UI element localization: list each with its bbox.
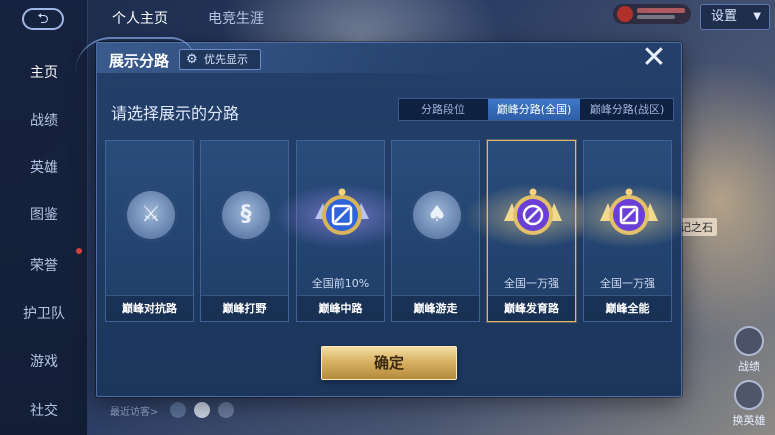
change-hero-label: 换英雄 — [732, 414, 766, 427]
sidebar-item-games[interactable]: 游戏 — [0, 347, 88, 377]
player-sub-placeholder — [637, 15, 675, 19]
lane-type-tabs: 分路段位 巅峰分路(全国) 巅峰分路(战区) — [398, 98, 674, 121]
change-hero-icon — [734, 380, 764, 410]
avatar — [617, 6, 633, 22]
lane-card-mid[interactable]: 全国前10% 巅峰中路 — [267, 140, 417, 322]
wings-icon: ♠ — [413, 191, 461, 239]
back-button[interactable]: ⮌ — [22, 8, 64, 30]
sidebar-item-heroes[interactable]: 英雄 — [0, 153, 88, 183]
sidebar-item-record[interactable]: 战绩 — [0, 106, 88, 136]
sidebar-item-gallery[interactable]: 图鉴 — [0, 200, 88, 230]
tab-lane-rank[interactable]: 分路段位 — [399, 99, 487, 120]
sidebar-item-social[interactable]: 社交 — [0, 396, 88, 426]
chevron-down-icon: ▼ — [753, 11, 761, 22]
close-button[interactable]: ✕ — [639, 43, 669, 73]
tab-peak-lane-region[interactable]: 巅峰分路(战区) — [581, 99, 673, 120]
record-side-button[interactable]: 战绩 — [726, 326, 772, 373]
player-pill[interactable] — [613, 4, 691, 24]
recent-visitors-label[interactable]: 最近访客> — [110, 403, 158, 418]
tab-peak-lane-national[interactable]: 巅峰分路(全国) — [488, 99, 580, 120]
record-side-label: 战绩 — [738, 360, 760, 373]
visitor-avatar[interactable] — [194, 402, 210, 418]
modal-title: 展示分路 — [109, 52, 170, 70]
lane-card-name: 巅峰全能 — [584, 295, 671, 321]
settings-button[interactable]: 设置 ▼ — [700, 4, 770, 30]
lane-card-name: 巅峰对抗路 — [106, 295, 193, 321]
change-hero-button[interactable]: 换英雄 — [726, 380, 772, 427]
player-name-placeholder — [637, 8, 685, 13]
gear-icon: ⚙ — [186, 52, 198, 67]
lane-card-name: 巅峰打野 — [201, 295, 288, 321]
close-icon: ✕ — [641, 40, 667, 75]
tab-esports-career[interactable]: 电竞生涯 — [208, 8, 264, 28]
confirm-button[interactable]: 确定 — [321, 346, 457, 380]
settings-label: 设置 — [711, 9, 738, 24]
lane-rank-text: 全国前10% — [311, 277, 370, 290]
visitor-avatar[interactable] — [218, 402, 234, 418]
lane-card-all-round[interactable]: 全国一万强 巅峰全能 — [554, 140, 704, 322]
sidebar-item-honor[interactable]: 荣誉 — [0, 251, 88, 281]
sidebar-item-home[interactable]: 主页 — [0, 58, 88, 88]
lane-card-name: 巅峰发育路 — [488, 295, 575, 321]
lane-rank-text: 全国一万强 — [600, 277, 655, 290]
tab-personal-home[interactable]: 个人主页 — [112, 8, 168, 28]
modal-subtitle: 请选择展示的分路 — [111, 104, 240, 123]
lane-rank-text: 全国一万强 — [504, 277, 559, 290]
notification-badge — [76, 248, 82, 254]
lane-card-top[interactable]: ⚔ 巅峰对抗路 — [105, 140, 194, 322]
lane-display-modal: 展示分路 ⚙ 优先显示 ✕ 请选择展示的分路 分路段位 巅峰分路(全国) 巅峰分… — [75, 37, 704, 397]
visitor-avatar[interactable] — [170, 402, 186, 418]
dragon-icon: § — [222, 191, 270, 239]
all-round-peak-icon — [600, 188, 658, 235]
crossed-swords-icon: ⚔ — [127, 191, 175, 239]
sidebar-item-guard-team[interactable]: 护卫队 — [0, 299, 88, 329]
mid-lane-peak-icon — [315, 188, 369, 235]
priority-display-button[interactable]: ⚙ 优先显示 — [179, 49, 261, 70]
back-icon: ⮌ — [37, 11, 49, 27]
lane-card-name: 巅峰中路 — [297, 295, 384, 321]
record-icon — [734, 326, 764, 356]
priority-display-label: 优先显示 — [204, 53, 248, 66]
lane-card-name: 巅峰游走 — [392, 295, 479, 321]
